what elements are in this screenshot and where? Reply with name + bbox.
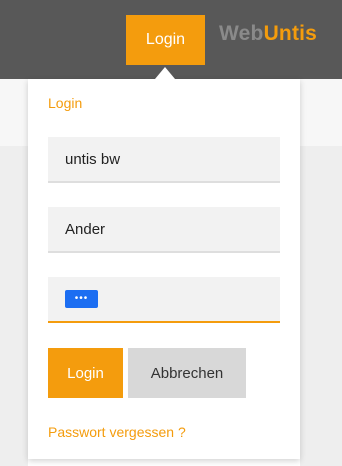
background-left xyxy=(0,146,28,466)
logo-web-text: Web xyxy=(219,22,264,45)
cancel-button[interactable]: Abbrechen xyxy=(128,348,246,398)
forgot-password-link[interactable]: Passwort vergessen ? xyxy=(48,424,186,440)
login-popup: Login ••• Login Abbrechen Passwort verge… xyxy=(28,79,300,459)
login-button[interactable]: Login xyxy=(48,348,123,398)
webuntis-logo: WebUntis xyxy=(219,22,317,46)
logo-untis-text: Untis xyxy=(263,22,318,45)
header-login-button[interactable]: Login xyxy=(126,15,205,65)
background-right xyxy=(300,146,342,466)
popup-arrow xyxy=(155,67,175,79)
header-login-label: Login xyxy=(145,31,186,48)
school-input[interactable] xyxy=(48,137,280,183)
password-autofill-icon: ••• xyxy=(65,290,98,308)
popup-title: Login xyxy=(48,95,83,111)
username-input[interactable] xyxy=(48,207,280,253)
password-input[interactable]: ••• xyxy=(48,277,280,323)
